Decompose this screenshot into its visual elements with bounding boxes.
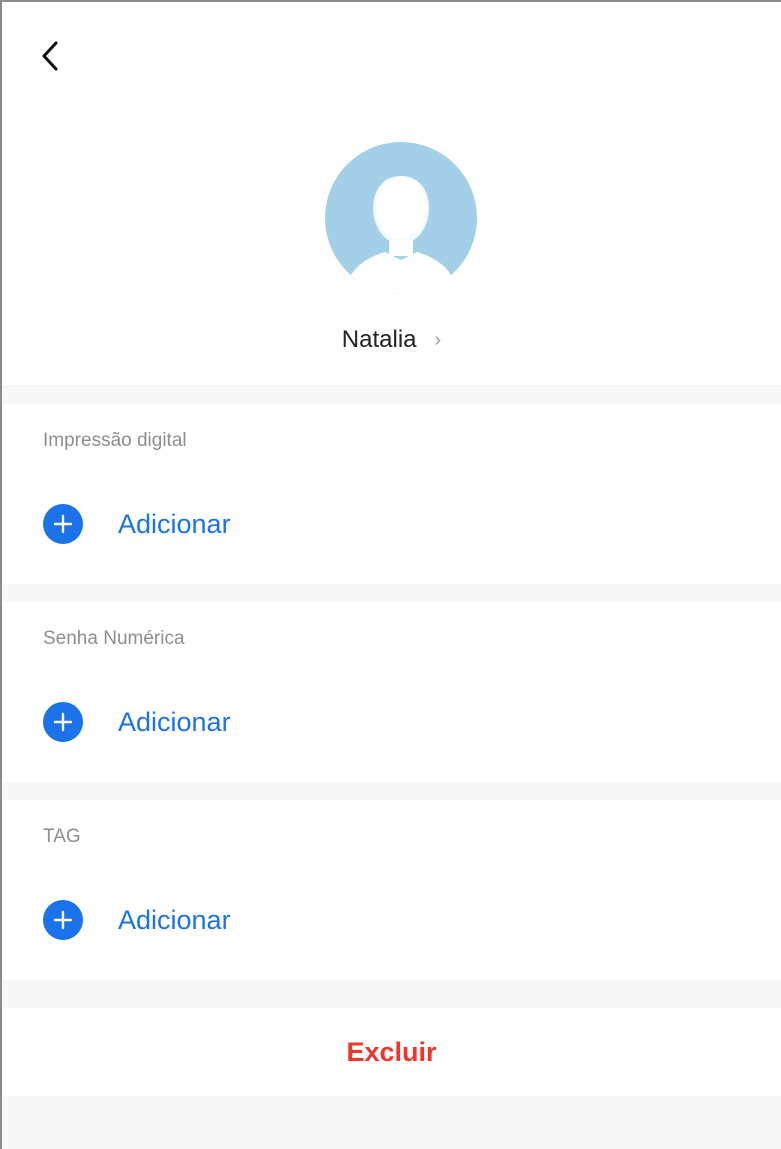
profile-header: Natalia › [2,2,781,385]
add-label: Adicionar [118,508,231,539]
numeric-password-section: Senha Numérica Adicionar [2,602,781,782]
tag-section: TAG Adicionar [2,800,781,980]
plus-circle-icon [43,504,83,544]
user-avatar-icon [325,142,477,294]
app-screen: Natalia › Impressão digital Adicionar Se… [0,0,781,1149]
avatar[interactable] [325,142,477,294]
chevron-right-icon: › [434,328,442,351]
add-tag-button[interactable]: Adicionar [43,900,231,940]
delete-label: Excluir [346,1036,437,1067]
add-password-button[interactable]: Adicionar [43,702,231,742]
user-name: Natalia [341,326,417,353]
add-label: Adicionar [118,706,231,737]
plus-circle-icon [43,702,83,742]
section-title: Impressão digital [43,430,187,451]
add-fingerprint-button[interactable]: Adicionar [43,504,231,544]
add-label: Adicionar [118,904,231,935]
section-title: TAG [43,826,81,847]
back-button[interactable] [30,36,70,76]
plus-circle-icon [43,900,83,940]
section-title: Senha Numérica [43,628,185,649]
user-name-row[interactable]: Natalia › [2,318,781,362]
chevron-left-icon [42,41,58,71]
delete-button[interactable]: Excluir [2,1008,781,1096]
fingerprint-section: Impressão digital Adicionar [2,404,781,584]
